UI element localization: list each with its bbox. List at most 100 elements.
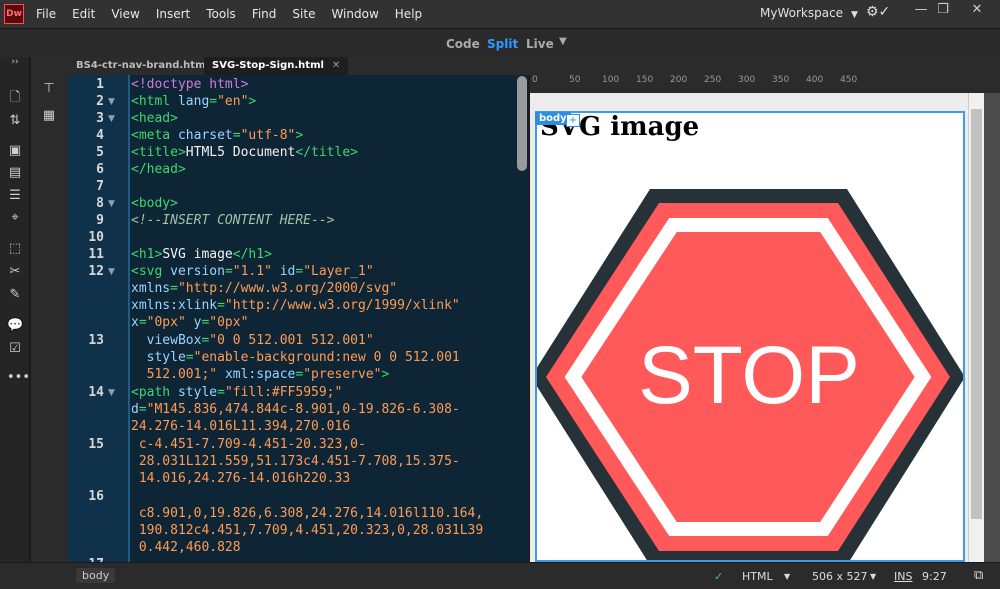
gear-sync-icon[interactable]: ⚙✓ [866,4,890,20]
chevron-down-icon[interactable]: ▼ [784,572,790,581]
code-view-button[interactable]: Code [446,37,480,51]
code-line-13-wrap: style="enable-background:new 0 0 512.001 [146,350,460,365]
code-editor[interactable]: 1 2 ▼ 3 ▼ 4 5 6 7 8 ▼ 9 10 11 12 ▼ 13 14… [68,75,528,562]
code-line-15-wrap: 14.016,24.276-14.016h220.33 [131,471,351,486]
code-navigator-icon[interactable]: ▦ [41,108,57,124]
code-line-14: <path style="fill:#FF5959;" [131,385,343,400]
ruler-tick: 0 [532,75,538,85]
menu-window[interactable]: Window [331,7,378,21]
line-number: 5 [96,145,104,160]
ruler-tick: 450 [840,75,858,85]
line-number: 1 [96,77,104,92]
more-icon[interactable]: ••• [7,370,30,386]
ruler-tick: 250 [704,75,722,85]
close-icon[interactable]: ✕ [962,2,992,17]
cursor-position: 9:27 [922,570,947,583]
tab-label: SVG-Stop-Sign.html [212,60,324,71]
chevron-down-icon[interactable]: ▼ [559,36,567,47]
line-number: 13 [88,333,104,348]
code-line-12: <svg version="1.1" id="Layer_1" [131,264,374,279]
stop-sign-image: STOP [537,189,963,560]
code-line-16-wrap: 0.442,460.828 [131,540,241,555]
line-number: 14 [88,385,104,400]
code-line-13-wrap: 512.001;" xml:space="preserve"> [146,367,390,382]
add-element-button[interactable]: + [566,114,580,127]
line-number: 7 [96,179,104,194]
document-type-select[interactable]: HTML [742,570,773,583]
new-file-icon[interactable]: 🗋 [7,90,23,106]
menu-tools[interactable]: Tools [206,7,236,21]
menu-help[interactable]: Help [395,7,422,21]
ruler-tick: 100 [602,75,620,85]
brush-icon[interactable]: ✎ [7,287,23,303]
gutter-divider [128,75,130,562]
tab-label: BS4-ctr-nav-brand.html [76,60,209,71]
fold-icon[interactable]: ▼ [108,388,115,398]
menu-file[interactable]: File [36,7,56,21]
check-document-icon[interactable]: ☑ [7,341,23,357]
fold-icon[interactable]: ▼ [108,267,115,277]
live-view-button[interactable]: Live [526,37,554,51]
dom-tree-icon[interactable]: ⊤ [41,81,57,97]
fold-icon[interactable]: ▼ [108,199,115,209]
code-line-5: <title>HTML5 Document</title> [131,145,358,160]
code-line-11: <h1>SVG image</h1> [131,247,272,262]
code-line-4: <meta charset="utf-8"> [131,128,304,143]
code-line-9: <!--INSERT CONTENT HERE--> [131,213,335,228]
code-scrollbar[interactable] [517,76,527,171]
menu-edit[interactable]: Edit [72,7,95,21]
code-line-16: c8.901,0,19.826,6.308,24.276,14.016l110.… [131,506,484,521]
code-line-14-wrap: d="M145.836,474.844c-8.901,0-19.826-6.30… [131,402,460,417]
fold-icon[interactable]: ▼ [108,97,115,107]
code-line-13: viewBox="0 0 512.001 512.001" [146,333,374,348]
scrollbar-thumb[interactable] [971,109,982,519]
menu-site[interactable]: Site [292,7,315,21]
line-number: 6 [96,162,104,177]
close-icon[interactable]: ✕ [332,60,340,71]
workspace-switcher[interactable]: MyWorkspace ▼ [760,6,858,20]
select-region-icon[interactable]: ⬚ [7,241,23,257]
ruler-tick: 350 [772,75,790,85]
ruler-tick: 200 [670,75,688,85]
align-icon[interactable]: ☰ [7,188,23,204]
fold-icon[interactable]: ▼ [108,114,115,124]
comment-icon[interactable]: 💬 [7,318,23,334]
code-line-15-wrap: 28.031L121.559,51.173c4.451-7.708,15.375… [131,454,460,469]
preview-scrollbar[interactable] [968,93,984,562]
menu-view[interactable]: View [111,7,139,21]
chevron-down-icon[interactable]: ▼ [870,572,876,581]
line-number: 8 [96,196,104,211]
insert-mode-indicator[interactable]: INS [894,570,912,583]
preview-icon[interactable]: ⧉ [974,568,983,583]
split-view-button[interactable]: Split [487,37,518,51]
code-line-3: <head> [131,111,178,126]
tools-icon[interactable]: ✂ [7,264,23,280]
tag-selector[interactable]: body [76,568,116,583]
line-number: 3 [96,111,104,126]
target-icon[interactable]: ⌖ [7,210,23,226]
ruler-tick: 50 [569,75,581,85]
expand-icon[interactable]: ›› [7,54,23,70]
document-tabs: BS4-ctr-nav-brand.html ✕ SVG-Stop-Sign.ht… [68,57,1000,75]
sort-icon[interactable]: ⇅ [7,113,23,129]
line-number: 11 [88,247,104,262]
menu-insert[interactable]: Insert [156,7,190,21]
code-block-icon[interactable]: ▣ [7,143,23,159]
line-number: 15 [88,437,104,452]
tab-svg-stop-sign[interactable]: SVG-Stop-Sign.html ✕ [204,57,349,75]
sign-text: STOP [638,330,860,421]
workspace-label: MyWorkspace [760,6,844,20]
page-canvas[interactable]: STOP [535,111,965,562]
code-line-8: <body> [131,196,178,211]
code-line-6: </head> [131,162,186,177]
window-size-select[interactable]: 506 x 527 [812,570,868,583]
chevron-down-icon: ▼ [851,10,858,20]
right-panel-strip [984,93,1000,562]
code-line-2: <html lang="en"> [131,94,257,109]
code-line-12-wrap: xmlns:xlink="http://www.w3.org/1999/xlin… [131,298,460,313]
document-icon[interactable]: ▤ [7,165,23,181]
code-line-1: <!doctype html> [131,77,249,92]
menu-find[interactable]: Find [252,7,277,21]
restore-icon[interactable]: ❐ [928,2,958,17]
line-gutter: 1 2 ▼ 3 ▼ 4 5 6 7 8 ▼ 9 10 11 12 ▼ 13 14… [68,75,128,562]
